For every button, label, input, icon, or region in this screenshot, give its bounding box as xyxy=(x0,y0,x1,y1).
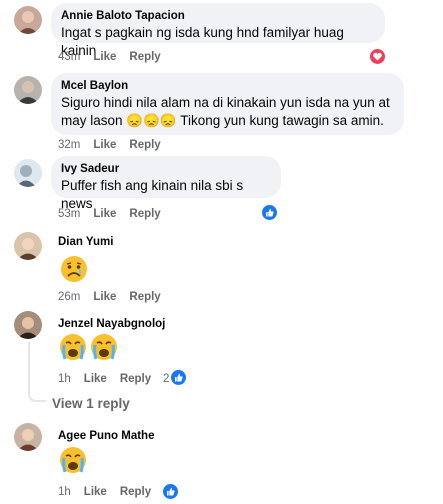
commenter-name[interactable]: Jenzel Nayabgnoloj xyxy=(58,318,165,330)
comment-meta: 1h Like Reply xyxy=(58,486,164,498)
disappointed-face-emojis: 😞😞😞 xyxy=(126,113,177,128)
reply-button[interactable]: Reply xyxy=(129,208,160,220)
like-button[interactable]: Like xyxy=(93,51,116,63)
crying-face-emojis xyxy=(59,333,121,366)
avatar[interactable] xyxy=(14,76,42,104)
reply-button[interactable]: Reply xyxy=(129,139,160,151)
comment-bubble: Ivy Sadeur Puffer fish ang kinain nila s… xyxy=(51,156,281,211)
comment-bubble: Annie Baloto Tapacion Ingat s pagkain ng… xyxy=(51,3,385,58)
timestamp[interactable]: 53m xyxy=(58,208,80,220)
like-button[interactable]: Like xyxy=(84,486,107,498)
comment-text-line: Siguro hindi nila alam na di kinakain yu… xyxy=(61,95,390,110)
comment-meta: 43m Like Reply xyxy=(58,51,174,63)
thread-line xyxy=(28,342,30,392)
avatar[interactable] xyxy=(14,6,42,34)
thread-line xyxy=(28,392,46,402)
avatar[interactable] xyxy=(14,423,42,451)
comment-text: Tikong yun kung tawagin sa amin. xyxy=(180,113,384,128)
comment-text: may lason xyxy=(61,113,123,128)
commenter-name[interactable]: Mcel Baylon xyxy=(61,79,394,94)
comment-meta: 53m Like Reply xyxy=(58,208,174,220)
timestamp[interactable]: 43m xyxy=(58,51,80,63)
like-button[interactable]: Like xyxy=(93,291,116,303)
comment-meta: 1h Like Reply xyxy=(58,373,164,385)
love-reaction-icon[interactable] xyxy=(369,48,386,65)
comment-bubble: Mcel Baylon Siguro hindi nila alam na di… xyxy=(51,73,404,135)
timestamp[interactable]: 32m xyxy=(58,139,80,151)
sad-face-emoji xyxy=(60,255,88,283)
reply-button[interactable]: Reply xyxy=(120,486,151,498)
like-button[interactable]: Like xyxy=(93,208,116,220)
commenter-name[interactable]: Dian Yumi xyxy=(58,236,113,248)
commenter-name[interactable]: Ivy Sadeur xyxy=(61,162,271,177)
reply-button[interactable]: Reply xyxy=(129,291,160,303)
commenter-name[interactable]: Annie Baloto Tapacion xyxy=(61,9,375,24)
like-reaction-icon[interactable] xyxy=(170,369,187,386)
commenter-name[interactable]: Agee Puno Mathe xyxy=(58,430,154,442)
reply-button[interactable]: Reply xyxy=(120,373,151,385)
avatar[interactable] xyxy=(14,232,42,260)
timestamp[interactable]: 1h xyxy=(58,486,71,498)
reaction-count[interactable]: 2 xyxy=(163,373,169,385)
timestamp[interactable]: 1h xyxy=(58,373,71,385)
reply-button[interactable]: Reply xyxy=(129,51,160,63)
timestamp[interactable]: 26m xyxy=(58,291,80,303)
comment-text-line: may lason 😞😞😞 Tikong yun kung tawagin sa… xyxy=(61,112,394,130)
view-replies-link[interactable]: View 1 reply xyxy=(52,396,130,411)
avatar[interactable] xyxy=(14,159,42,187)
like-button[interactable]: Like xyxy=(93,139,116,151)
avatar[interactable] xyxy=(14,311,42,339)
comment-meta: 26m Like Reply xyxy=(58,291,174,303)
like-button[interactable]: Like xyxy=(84,373,107,385)
like-reaction-icon[interactable] xyxy=(261,204,278,221)
like-reaction-icon[interactable] xyxy=(162,483,179,500)
crying-face-emoji xyxy=(59,446,87,474)
comment-meta: 32m Like Reply xyxy=(58,139,174,151)
